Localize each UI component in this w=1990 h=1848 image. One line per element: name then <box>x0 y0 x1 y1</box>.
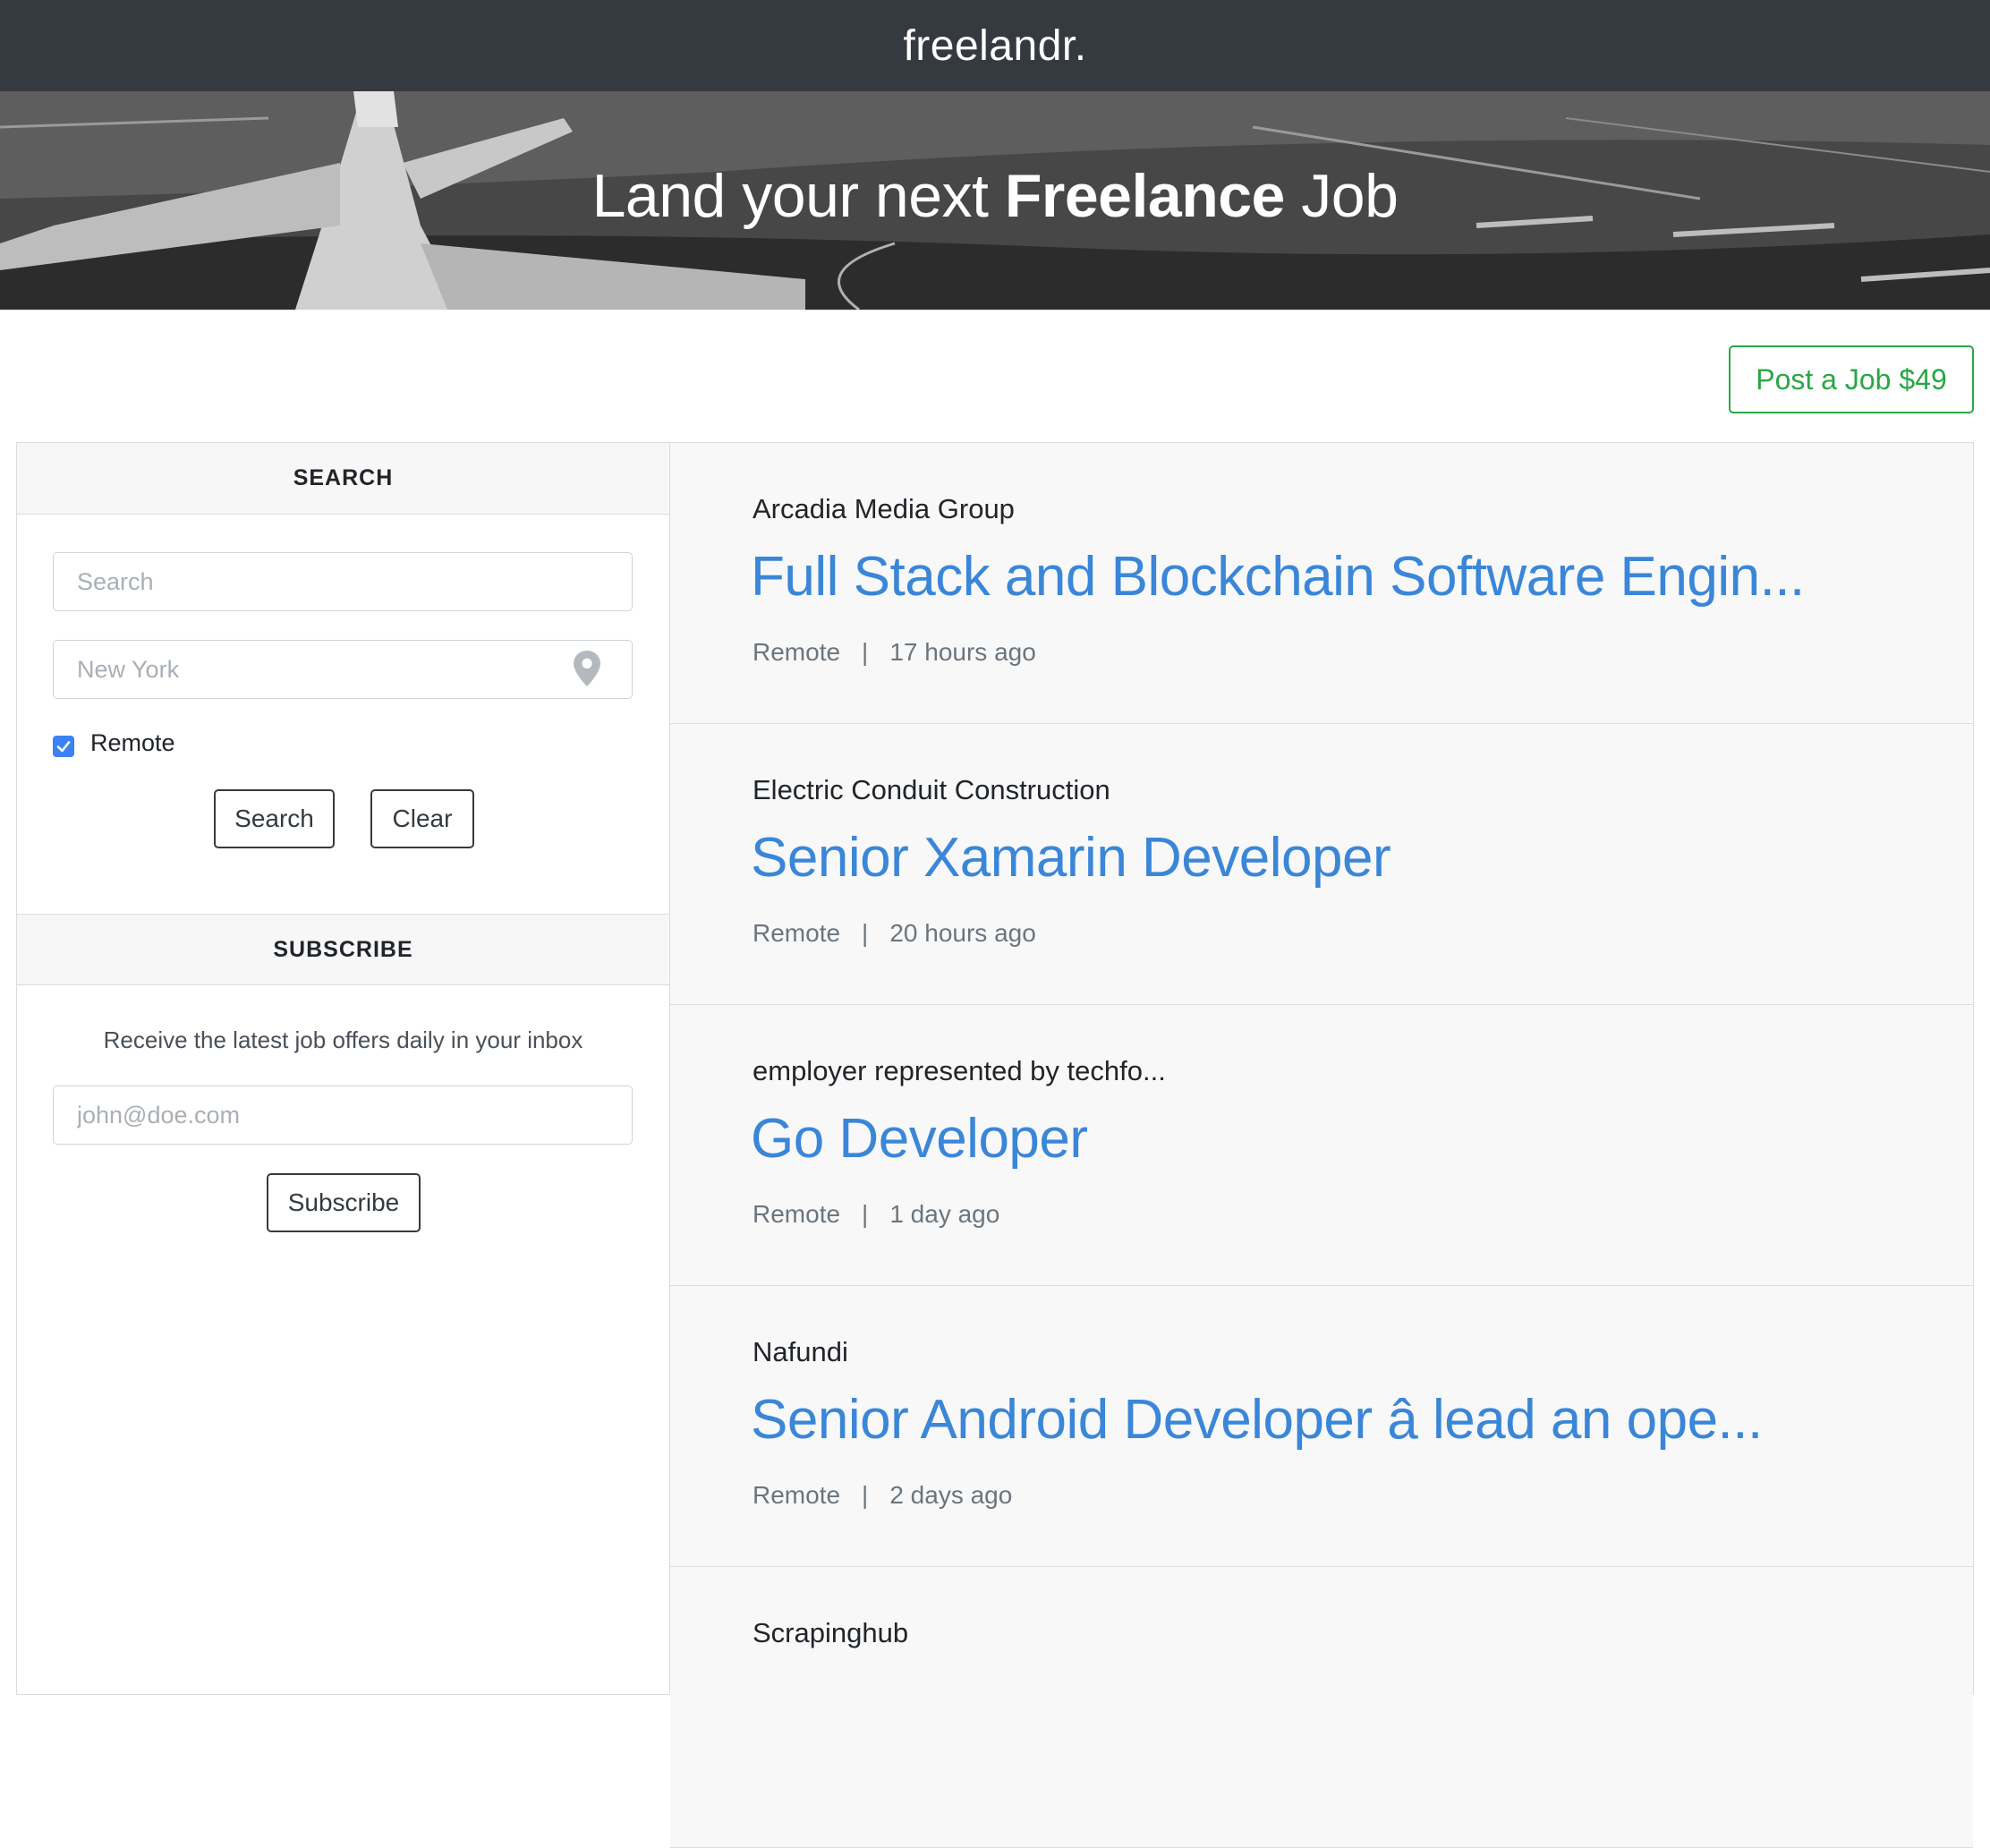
job-title-link[interactable]: Full Stack and Blockchain Software Engin… <box>751 545 1805 609</box>
job-company: Scrapinghub <box>753 1617 909 1648</box>
job-company: Nafundi <box>753 1336 848 1367</box>
subscribe-description: Receive the latest job offers daily in y… <box>103 1026 583 1053</box>
checkmark-icon <box>56 741 71 753</box>
clear-button[interactable]: Clear <box>370 789 474 848</box>
job-card[interactable]: employer represented by techfo... Go Dev… <box>670 1005 1973 1286</box>
sidebar: SEARCH Remote Search Clear SUBSCRIBE Rec… <box>16 442 670 1695</box>
job-meta: Remote | 2 days ago <box>753 1481 1012 1510</box>
remote-label[interactable]: Remote <box>90 729 175 757</box>
subscribe-heading: SUBSCRIBE <box>17 914 669 985</box>
job-list: Arcadia Media Group Full Stack and Block… <box>670 442 1974 1848</box>
job-location: Remote <box>753 1200 841 1228</box>
job-card[interactable]: Electric Conduit Construction Senior Xam… <box>670 724 1973 1005</box>
job-posted-time: 20 hours ago <box>889 919 1036 947</box>
job-location: Remote <box>753 638 841 666</box>
job-meta: Remote | 17 hours ago <box>753 638 1036 667</box>
top-navbar: freelandr. <box>0 0 1990 91</box>
meta-separator: | <box>862 919 869 947</box>
job-meta: Remote | 1 day ago <box>753 1200 999 1229</box>
hero-title-prefix: Land your next <box>591 162 1005 230</box>
job-card[interactable]: Nafundi Senior Android Developer â lead … <box>670 1286 1973 1567</box>
meta-separator: | <box>862 638 869 666</box>
job-meta: Remote | 20 hours ago <box>753 919 1036 948</box>
hero-title-suffix: Job <box>1284 162 1399 230</box>
search-heading: SEARCH <box>17 443 669 515</box>
job-location: Remote <box>753 1481 841 1509</box>
post-job-button[interactable]: Post a Job $49 <box>1729 345 1974 413</box>
search-input[interactable] <box>53 552 633 611</box>
subscribe-button[interactable]: Subscribe <box>267 1173 421 1232</box>
hero-title: Land your next Freelance Job <box>0 161 1990 231</box>
job-posted-time: 1 day ago <box>889 1200 1000 1228</box>
hero-title-bold: Freelance <box>1004 162 1286 230</box>
job-title-link[interactable]: Senior Android Developer â lead an ope..… <box>751 1388 1763 1452</box>
remote-checkbox[interactable] <box>53 736 74 757</box>
location-input[interactable] <box>53 640 633 699</box>
job-posted-time: 2 days ago <box>889 1481 1013 1509</box>
job-posted-time: 17 hours ago <box>889 638 1036 666</box>
job-location: Remote <box>753 919 841 947</box>
hero-banner: Land your next Freelance Job <box>0 91 1990 310</box>
job-company: employer represented by techfo... <box>753 1055 1166 1086</box>
map-pin-icon <box>574 651 600 686</box>
job-title-link[interactable]: Go Developer <box>751 1107 1088 1171</box>
job-card[interactable]: Scrapinghub <box>670 1567 1973 1848</box>
job-company: Electric Conduit Construction <box>753 774 1110 805</box>
email-field[interactable] <box>53 1086 633 1145</box>
job-company: Arcadia Media Group <box>753 493 1015 524</box>
job-card[interactable]: Arcadia Media Group Full Stack and Block… <box>670 443 1973 724</box>
brand-logo[interactable]: freelandr. <box>903 21 1086 71</box>
search-button[interactable]: Search <box>214 789 335 848</box>
job-title-link[interactable]: Senior Xamarin Developer <box>751 826 1391 890</box>
meta-separator: | <box>862 1200 869 1228</box>
meta-separator: | <box>862 1481 869 1509</box>
